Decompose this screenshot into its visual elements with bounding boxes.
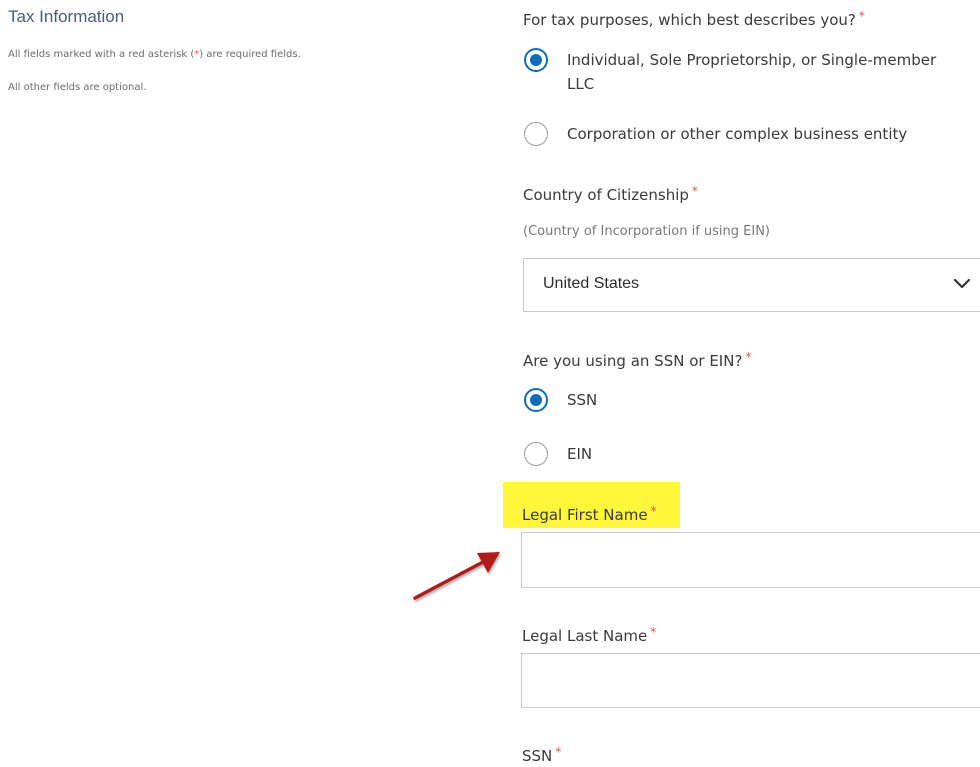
first-name-label: Legal First Name *	[522, 504, 657, 524]
radio-corporation-button[interactable]	[524, 122, 548, 146]
last-name-label: Legal Last Name *	[522, 625, 657, 645]
first-name-input[interactable]	[521, 532, 980, 588]
citizenship-label: Country of Citizenship *	[523, 184, 698, 204]
last-name-input[interactable]	[521, 653, 980, 708]
required-asterisk: *	[745, 350, 752, 364]
radio-ein-label[interactable]: EIN	[567, 442, 592, 466]
optional-fields-note: All other fields are optional.	[8, 82, 147, 93]
radio-corporation[interactable]: Corporation or other complex business en…	[524, 122, 907, 146]
id-type-question: Are you using an SSN or EIN? *	[523, 350, 752, 370]
required-asterisk: *	[650, 625, 657, 639]
tax-type-question: For tax purposes, which best describes y…	[523, 9, 865, 29]
radio-ein[interactable]: EIN	[524, 442, 592, 466]
radio-individual-button[interactable]	[524, 48, 548, 72]
required-asterisk: *	[555, 745, 562, 759]
country-select[interactable]: United States	[523, 258, 980, 312]
required-asterisk: *	[691, 184, 698, 198]
chevron-down-icon	[953, 278, 971, 289]
radio-ssn-button[interactable]	[524, 388, 548, 412]
radio-corporation-label[interactable]: Corporation or other complex business en…	[567, 122, 907, 146]
radio-ssn[interactable]: SSN	[524, 388, 597, 412]
section-title: Tax Information	[8, 7, 125, 26]
country-select-value: United States	[543, 275, 640, 292]
ssn-label: SSN *	[522, 745, 562, 765]
radio-ssn-label[interactable]: SSN	[567, 388, 597, 412]
citizenship-help: (Country of Incorporation if using EIN)	[523, 224, 770, 239]
required-asterisk: *	[858, 9, 865, 23]
annotation-arrow-icon	[413, 552, 500, 600]
radio-individual[interactable]: Individual, Sole Proprietorship, or Sing…	[524, 48, 936, 96]
required-asterisk: *	[650, 504, 657, 518]
radio-individual-label[interactable]: Individual, Sole Proprietorship, or Sing…	[567, 48, 936, 96]
required-fields-note: All fields marked with a red asterisk (*…	[8, 49, 301, 60]
radio-ein-button[interactable]	[524, 442, 548, 466]
